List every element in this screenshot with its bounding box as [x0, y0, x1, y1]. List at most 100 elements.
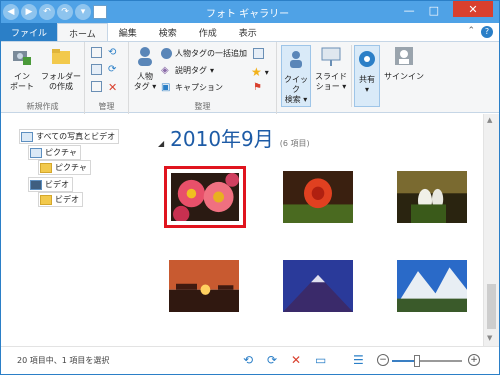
- batch-person-icon: [161, 48, 172, 59]
- mountain-photo: [283, 260, 353, 312]
- qat-dropdown-icon[interactable]: ▾: [75, 4, 91, 20]
- slideshow-button[interactable]: スライド ショー ▾: [314, 45, 348, 92]
- vertical-scrollbar[interactable]: ▲ ▼: [483, 114, 499, 346]
- rotate-right-status-icon[interactable]: ⟳: [267, 353, 277, 367]
- signin-label: サインイン: [384, 72, 424, 81]
- photo-gallery-window: ◀ ▶ ↶ ↷ ▾ フォト ギャラリー — □ ✕ ファイル ホーム 編集 検索…: [0, 0, 500, 375]
- undo-icon[interactable]: ↶: [39, 4, 55, 20]
- details-view-icon[interactable]: ☰: [353, 353, 364, 367]
- tab-edit[interactable]: 編集: [108, 23, 148, 41]
- back-icon[interactable]: ◀: [3, 4, 19, 20]
- descriptive-tag-button[interactable]: ◈ 説明タグ ▾: [161, 65, 214, 76]
- properties-icon[interactable]: [91, 47, 102, 58]
- quick-search-button[interactable]: クイック 検索 ▾: [281, 45, 311, 107]
- delete-icon[interactable]: ✕: [108, 81, 119, 94]
- group-label-manage: 管理: [98, 102, 115, 111]
- date-group-title: 2010年9月: [170, 127, 274, 151]
- group-label-organize: 整理: [194, 102, 211, 111]
- people-tag-label-2: タグ ▾: [133, 82, 157, 91]
- tab-search[interactable]: 検索: [148, 23, 188, 41]
- collapse-caret-icon[interactable]: ◢: [158, 139, 164, 148]
- caption-icon: ▣: [161, 82, 171, 93]
- signin-button[interactable]: サインイン: [384, 45, 424, 82]
- tab-home[interactable]: ホーム: [57, 23, 108, 41]
- new-folder-button[interactable]: フォルダー の作成: [39, 45, 83, 92]
- tab-view[interactable]: 表示: [228, 23, 268, 41]
- caption-button[interactable]: ▣ キャプション: [161, 82, 223, 93]
- date-group-count: (6 項目): [279, 139, 310, 148]
- maximize-icon[interactable]: □: [429, 4, 439, 17]
- rating-button[interactable]: ★ ▾: [251, 65, 269, 79]
- folder-icon: [40, 162, 52, 173]
- nav-videos[interactable]: ビデオ: [28, 177, 73, 192]
- share-button[interactable]: 共有 ▾: [354, 45, 380, 107]
- nav-pictures[interactable]: ピクチャ: [28, 145, 81, 160]
- title-bar: ◀ ▶ ↶ ↷ ▾ フォト ギャラリー — □ ✕: [1, 1, 499, 23]
- date-group-header[interactable]: ◢ 2010年9月 (6 項目): [158, 123, 310, 152]
- rotate-left-status-icon[interactable]: ⟲: [243, 353, 253, 367]
- descriptive-tag-dropdown-icon: ▾: [210, 66, 215, 75]
- scrollbar-thumb[interactable]: [487, 284, 496, 329]
- batch-people-tag-button[interactable]: 人物タグの一括追加: [161, 48, 247, 59]
- person-icon: [138, 47, 152, 66]
- photo-thumbnail-rose[interactable]: [283, 171, 353, 223]
- minimize-icon[interactable]: —: [404, 4, 415, 17]
- lilies-photo: [397, 171, 467, 223]
- tag-icon: ◈: [161, 65, 169, 76]
- rating-dropdown-icon: ▾: [264, 67, 269, 77]
- ribbon-divider: [351, 45, 352, 107]
- quick-access-toolbar: ◀ ▶ ↶ ↷ ▾: [3, 4, 107, 20]
- scroll-up-icon[interactable]: ▲: [487, 116, 492, 124]
- ribbon: イン ポート フォルダー の作成 新規作成 ⟲ ⟳ ✕ 管理 人物 タグ ▾ 人…: [1, 41, 499, 114]
- tab-file[interactable]: ファイル: [1, 23, 58, 41]
- share-label: 共有: [359, 75, 375, 84]
- photo-thumbnail-mountain[interactable]: [283, 260, 353, 312]
- quick-search-label-2: 検索 ▾: [284, 95, 308, 104]
- nav-videos-folder[interactable]: ビデオ: [38, 192, 83, 207]
- import-button[interactable]: イン ポート: [7, 45, 37, 92]
- share-icon: [359, 51, 375, 67]
- navigation-pane: すべての写真とビデオ ピクチャ ピクチャ ビデオ ビデオ: [1, 114, 141, 346]
- rotate-left-icon[interactable]: ⟲: [108, 47, 119, 58]
- group-organize: 人物 タグ ▾ 人物タグの一括追加 ◈ 説明タグ ▾ ▣ キャプション ★ ▾: [129, 42, 277, 114]
- nav-pictures-folder[interactable]: ピクチャ: [38, 160, 91, 175]
- signin-icon: [395, 47, 413, 65]
- zoom-slider[interactable]: [392, 355, 462, 367]
- window-title: フォト ギャラリー: [206, 9, 290, 20]
- forward-icon[interactable]: ▶: [21, 4, 37, 20]
- rename-icon[interactable]: [91, 81, 102, 92]
- content-pane: ◢ 2010年9月 (6 項目): [144, 114, 484, 346]
- people-tag-button[interactable]: 人物 タグ ▾: [131, 45, 159, 92]
- copy-icon[interactable]: [91, 64, 102, 75]
- rotate-right-icon[interactable]: ⟳: [108, 64, 119, 75]
- nav-videos-folder-label: ビデオ: [55, 195, 79, 204]
- photo-thumbnail-lilies[interactable]: [397, 171, 467, 223]
- geotag-icon: [253, 48, 264, 59]
- qat-square-icon[interactable]: [93, 5, 107, 19]
- nav-all-photos-videos[interactable]: すべての写真とビデオ: [19, 129, 120, 144]
- close-icon[interactable]: ✕: [453, 1, 493, 17]
- alps-photo: [397, 260, 467, 312]
- help-icon[interactable]: ?: [481, 26, 493, 38]
- zoom-slider-knob[interactable]: [413, 355, 420, 367]
- zoom-in-icon[interactable]: +: [468, 354, 480, 366]
- photo-thumbnail-flowers[interactable]: [164, 166, 246, 228]
- minimize-ribbon-icon[interactable]: ⌃: [467, 26, 475, 36]
- rose-photo: [283, 171, 353, 223]
- photo-thumbnail-sunset[interactable]: [169, 260, 239, 312]
- flag-button[interactable]: ⚑: [253, 82, 262, 93]
- geotag-button[interactable]: [253, 48, 264, 59]
- zoom-out-icon[interactable]: −: [377, 354, 389, 366]
- slideshow-status-icon[interactable]: ▭: [315, 353, 326, 367]
- status-text: 20 項目中、1 項目を選択: [17, 356, 110, 365]
- scroll-down-icon[interactable]: ▼: [487, 334, 492, 342]
- pictures-icon: [30, 147, 42, 158]
- window-controls: — □ ✕: [404, 1, 493, 17]
- star-icon: ★: [251, 65, 262, 79]
- redo-icon[interactable]: ↷: [57, 4, 73, 20]
- videos-icon: [30, 179, 42, 190]
- photo-thumbnail-alps[interactable]: [397, 260, 467, 312]
- delete-status-icon[interactable]: ✕: [291, 353, 301, 367]
- tab-create[interactable]: 作成: [188, 23, 228, 41]
- slideshow-label-2: ショー ▾: [315, 82, 347, 91]
